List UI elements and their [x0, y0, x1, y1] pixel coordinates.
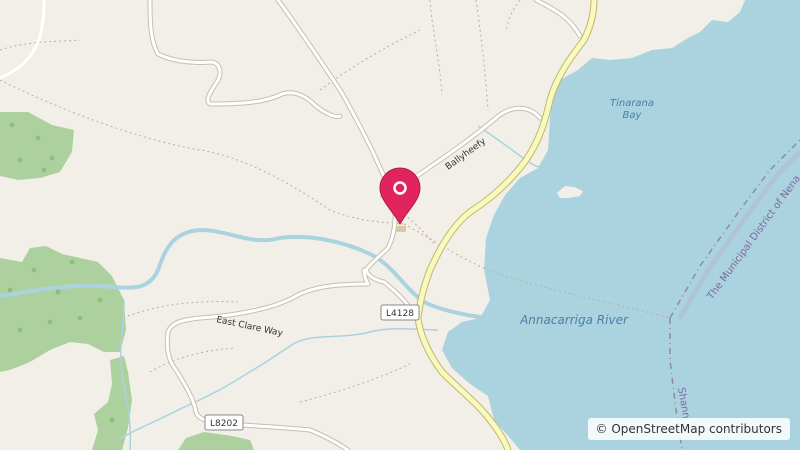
woods-area: [0, 112, 74, 180]
bay-label-line2: Bay: [623, 110, 643, 121]
road-ref-l4128: L4128: [386, 309, 414, 319]
road-ref-shield: L4128: [380, 304, 420, 321]
map-view[interactable]: Tinarana Bay Annacarriga River The Munic…: [0, 0, 800, 450]
map-attribution[interactable]: © OpenStreetMap contributors: [587, 418, 790, 440]
river-label: Annacarriga River: [519, 313, 629, 327]
sea-area: [442, 0, 800, 450]
woods-area: [178, 432, 254, 450]
road-far-northwest: [0, 0, 46, 80]
bay-label-line1: Tinarana: [610, 98, 654, 109]
map-pin-icon[interactable]: [379, 167, 421, 226]
road-main-north: [276, 0, 418, 320]
road-ref-shield: L8202: [204, 414, 244, 431]
woods-area: [0, 246, 126, 372]
road-ref-l8202: L8202: [210, 419, 238, 429]
map-canvas[interactable]: Tinarana Bay Annacarriga River The Munic…: [0, 0, 800, 450]
village-symbol: [396, 226, 406, 232]
trail-label: East Clare Way: [215, 315, 284, 339]
